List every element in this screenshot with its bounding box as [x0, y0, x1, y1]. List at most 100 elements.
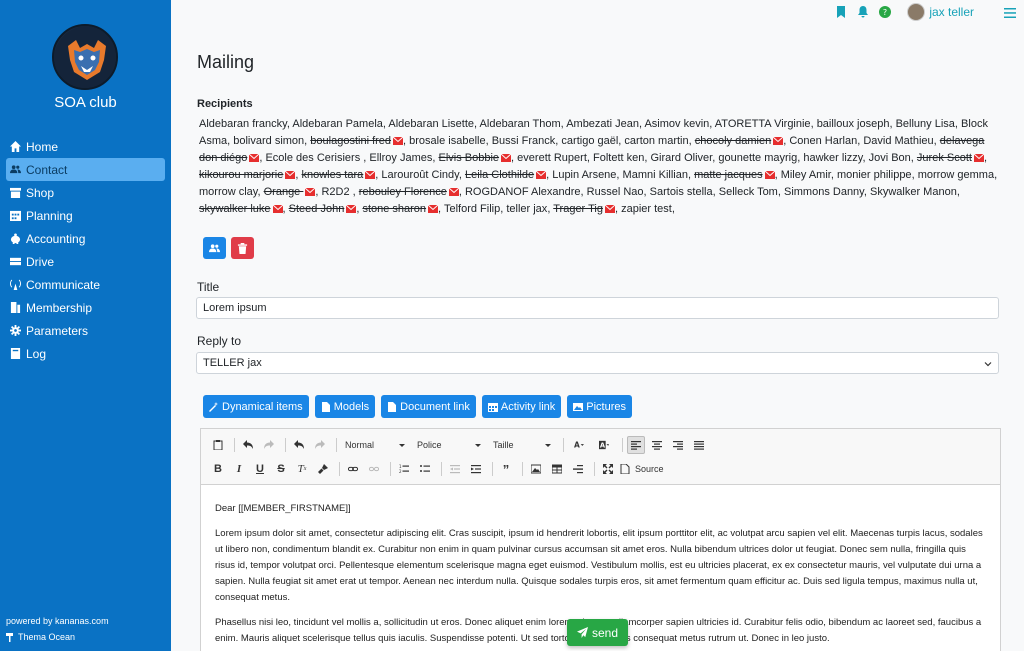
image-icon[interactable] [527, 460, 545, 478]
recipient[interactable]: Elvis Bobbie [439, 152, 512, 164]
hamburger-menu-icon[interactable] [1004, 7, 1016, 22]
recipient[interactable]: carton martin [624, 135, 688, 147]
recipient[interactable]: Aldebaran francky [199, 118, 287, 130]
recipient[interactable]: Belluny Lisa [896, 118, 955, 130]
text-color-icon[interactable]: A [568, 436, 590, 454]
dynamical-items-button[interactable]: Dynamical items [203, 395, 309, 418]
sidebar-item-contact[interactable]: Contact [6, 158, 165, 181]
sidebar-item-membership[interactable]: Membership [6, 296, 165, 319]
recipient[interactable]: Asimov kevin [644, 118, 709, 130]
unlink-icon[interactable] [365, 460, 383, 478]
bold-icon[interactable]: B [209, 460, 227, 478]
brush-icon[interactable] [314, 460, 332, 478]
redo-icon[interactable] [260, 436, 278, 454]
title-input[interactable]: Lorem ipsum [196, 297, 999, 319]
ordered-list-icon[interactable]: 12 [395, 460, 413, 478]
send-button[interactable]: send [567, 619, 628, 646]
recipient[interactable]: morrow clay [199, 186, 257, 198]
recipient[interactable]: Girard Oliver [650, 152, 712, 164]
underline-icon[interactable]: U [251, 460, 269, 478]
recipient[interactable]: morrow gemma [918, 169, 994, 181]
activity-link-button[interactable]: Activity link [481, 395, 562, 418]
recipient[interactable]: Ambezati Jean [566, 118, 639, 130]
recipient[interactable]: matte jacques [694, 169, 775, 181]
bullet-list-icon[interactable] [416, 460, 434, 478]
recipient[interactable]: Ecole des Cerisiers [265, 152, 363, 164]
undo-icon[interactable] [239, 436, 257, 454]
strikethrough-icon[interactable]: S [272, 460, 290, 478]
recipient[interactable]: brosale isabelle [409, 135, 485, 147]
recipient[interactable]: Steed John [289, 203, 357, 215]
sidebar-item-log[interactable]: Log [6, 342, 165, 365]
italic-icon[interactable]: I [230, 460, 248, 478]
recipient[interactable]: rebouley Florence [359, 186, 460, 198]
avatar[interactable] [907, 3, 926, 21]
sidebar-item-drive[interactable]: Drive [6, 250, 165, 273]
recipient[interactable]: Sartois stella [650, 186, 713, 198]
recipient[interactable]: Larouroût Cindy [381, 169, 458, 181]
recipient[interactable]: monier philippe [837, 169, 912, 181]
source-icon[interactable]: Source [620, 460, 664, 478]
recipient[interactable]: teller jax [506, 203, 547, 215]
recipient[interactable]: stone sharon [362, 203, 439, 215]
bell-icon[interactable] [857, 6, 869, 18]
indent-icon[interactable] [467, 460, 485, 478]
size-select[interactable]: Taille [489, 436, 555, 454]
remove-format-icon[interactable]: Tx [293, 460, 311, 478]
font-select[interactable]: Police [413, 436, 485, 454]
recipient[interactable]: cartigo gaël [561, 135, 618, 147]
recipient[interactable]: Jurek Scott [917, 152, 985, 164]
sidebar-item-parameters[interactable]: Parameters [6, 319, 165, 342]
theme-selector[interactable]: Thema Ocean [6, 632, 75, 642]
recipient[interactable]: Aldebaran Thom [480, 118, 561, 130]
recipient[interactable]: ROGDANOF Alexandre [465, 186, 581, 198]
reply-to-select[interactable]: TELLER jax [196, 352, 999, 374]
clear-recipients-button[interactable] [231, 237, 254, 259]
user-name[interactable]: jax teller [929, 5, 974, 19]
redo-icon[interactable] [311, 436, 329, 454]
outdent-icon[interactable] [446, 460, 464, 478]
paste-icon[interactable] [209, 436, 227, 454]
recipient[interactable]: ATORETTA Virginie [715, 118, 811, 130]
document-link-button[interactable]: Document link [381, 395, 476, 418]
undo-icon[interactable] [290, 436, 308, 454]
sidebar-item-shop[interactable]: Shop [6, 181, 165, 204]
recipient[interactable]: Foltett ken [593, 152, 644, 164]
recipient[interactable]: Jovi Bon [869, 152, 911, 164]
help-icon[interactable]: ? [879, 6, 892, 18]
recipient[interactable]: Bussi Franck [492, 135, 556, 147]
recipient[interactable]: kikourou marjorie [199, 169, 296, 181]
models-button[interactable]: Models [314, 395, 376, 418]
background-color-icon[interactable]: A [593, 436, 615, 454]
horizontal-rule-icon[interactable] [569, 460, 587, 478]
select-recipients-button[interactable] [203, 237, 226, 259]
maximize-icon[interactable] [599, 460, 617, 478]
recipient[interactable]: Simmons Danny [784, 186, 864, 198]
recipient[interactable]: Skywalker Manon [870, 186, 957, 198]
align-right-icon[interactable] [669, 436, 687, 454]
recipient[interactable]: Miley Amir [781, 169, 831, 181]
blockquote-icon[interactable]: ” [497, 460, 515, 478]
recipient[interactable]: chocoly damien [695, 135, 784, 147]
table-icon[interactable] [548, 460, 566, 478]
bookmark-icon[interactable] [835, 6, 847, 18]
sidebar-item-accounting[interactable]: Accounting [6, 227, 165, 250]
sidebar-item-home[interactable]: Home [6, 135, 165, 158]
recipient[interactable]: Trager Tig [553, 203, 616, 215]
sidebar-item-communicate[interactable]: Communicate [6, 273, 165, 296]
recipient[interactable]: knowles tara [302, 169, 376, 181]
recipient[interactable]: David Mathieu [863, 135, 933, 147]
recipient[interactable]: Selleck Tom [719, 186, 778, 198]
recipient[interactable]: bailloux joseph [817, 118, 890, 130]
recipient[interactable]: Leila Clothilde [465, 169, 547, 181]
recipient[interactable]: boulagostini fred [310, 135, 404, 147]
recipient[interactable]: Lupin Arsene [552, 169, 616, 181]
recipient[interactable]: Conen Harlan [789, 135, 857, 147]
align-center-icon[interactable] [648, 436, 666, 454]
recipient[interactable]: gounette mayrig [718, 152, 797, 164]
recipient[interactable]: zapier test [621, 203, 672, 215]
recipient[interactable]: everett Rupert [517, 152, 587, 164]
align-left-icon[interactable] [627, 436, 645, 454]
recipient[interactable]: hawker lizzy [803, 152, 862, 164]
recipient[interactable]: Mamni Killian [623, 169, 688, 181]
